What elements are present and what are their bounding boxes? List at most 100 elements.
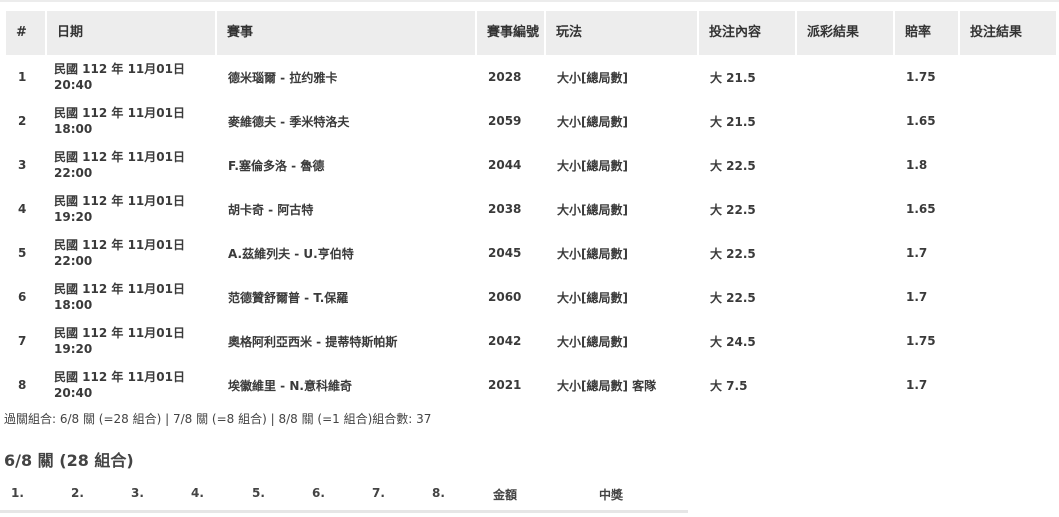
row-date: 民國 112 年 11月01日 (54, 150, 185, 164)
combo-col-8: 8. (432, 486, 445, 500)
row-code: 2021 (488, 378, 522, 392)
row-time: 18:00 (54, 298, 93, 312)
row-match: 埃徽維里 - N.意科維奇 (228, 378, 352, 393)
col-header-date: 日期 (46, 11, 217, 55)
row-play: 大小[總局數] (557, 202, 628, 217)
row-match: 胡卡奇 - 阿古特 (228, 202, 314, 217)
row-time: 20:40 (54, 78, 93, 92)
section-title: 6/8 關 (28 組合) (4, 451, 134, 470)
row-result (959, 275, 1056, 319)
row-number: 3 (18, 158, 27, 172)
row-number: 1 (18, 70, 27, 84)
row-code: 2042 (488, 334, 522, 348)
row-number: 2 (18, 114, 27, 128)
row-result (959, 55, 1056, 99)
row-odds: 1.65 (906, 202, 936, 216)
col-header-bet: 投注內容 (698, 11, 797, 55)
row-date: 民國 112 年 11月01日 (54, 326, 185, 340)
row-match: 麥維德夫 - 季米特洛夫 (228, 114, 350, 129)
row-bet: 大 21.5 (710, 70, 756, 85)
row-result (959, 319, 1056, 363)
row-payout (796, 275, 894, 319)
row-play: 大小[總局數] 客隊 (557, 378, 657, 393)
row-odds: 1.75 (906, 334, 936, 348)
row-number: 7 (18, 334, 27, 348)
row-play: 大小[總局數] (557, 290, 628, 305)
row-datetime: 民國 112 年 11月01日 20:40 (46, 363, 216, 407)
row-time: 22:00 (54, 254, 93, 268)
combo-col-7: 7. (372, 486, 385, 500)
row-payout (796, 363, 894, 407)
row-number: 5 (18, 246, 27, 260)
row-number: 8 (18, 378, 27, 392)
table-row: 3 民國 112 年 11月01日 22:00 F.塞倫多洛 - 魯德 2044 … (6, 143, 1056, 187)
row-bet: 大 22.5 (710, 290, 756, 305)
table-row: 8 民國 112 年 11月01日 20:40 埃徽維里 - N.意科維奇 202… (6, 363, 1056, 407)
row-payout (796, 187, 894, 231)
combo-col-1: 1. (11, 486, 24, 500)
col-header-code: 賽事編號 (476, 11, 546, 55)
row-play: 大小[總局數] (557, 114, 628, 129)
table-header-row: # 日期 賽事 賽事編號 玩法 投注內容 派彩結果 賠率 投注結果 (6, 11, 1056, 55)
row-number: 4 (18, 202, 27, 216)
row-date: 民國 112 年 11月01日 (54, 370, 185, 384)
combo-col-amount: 金額 (493, 488, 518, 502)
row-payout (796, 231, 894, 275)
row-code: 2038 (488, 202, 522, 216)
row-datetime: 民國 112 年 11月01日 18:00 (46, 99, 216, 143)
row-result (959, 99, 1056, 143)
row-odds: 1.7 (906, 246, 928, 260)
combo-col-4: 4. (191, 486, 204, 500)
row-number: 6 (18, 290, 27, 304)
table-row: 7 民國 112 年 11月01日 19:20 奧格阿利亞西米 - 提蒂特斯帕斯 … (6, 319, 1056, 363)
row-result (959, 187, 1056, 231)
row-bet: 大 7.5 (710, 378, 748, 393)
row-datetime: 民國 112 年 11月01日 18:00 (46, 275, 216, 319)
table-row: 1 民國 112 年 11月01日 20:40 德米瑙爾 - 拉约雅卡 2028 … (6, 55, 1056, 99)
row-time: 19:20 (54, 210, 93, 224)
row-datetime: 民國 112 年 11月01日 20:40 (46, 55, 216, 99)
row-match: F.塞倫多洛 - 魯德 (228, 158, 325, 173)
row-code: 2028 (488, 70, 522, 84)
row-date: 民國 112 年 11月01日 (54, 282, 185, 296)
row-datetime: 民國 112 年 11月01日 19:20 (46, 319, 216, 363)
row-datetime: 民國 112 年 11月01日 22:00 (46, 143, 216, 187)
row-code: 2059 (488, 114, 522, 128)
top-divider (0, 0, 1059, 2)
row-code: 2045 (488, 246, 522, 260)
combo-col-5: 5. (252, 486, 265, 500)
combination-table-header: 1. 2. 3. 4. 5. 6. 7. 8. 金額 中獎 (0, 478, 688, 513)
row-payout (796, 55, 894, 99)
row-match: 奧格阿利亞西米 - 提蒂特斯帕斯 (228, 334, 398, 349)
row-datetime: 民國 112 年 11月01日 22:00 (46, 231, 216, 275)
col-header-no: # (6, 11, 47, 55)
combo-col-3: 3. (131, 486, 144, 500)
table-row: 2 民國 112 年 11月01日 18:00 麥維德夫 - 季米特洛夫 2059… (6, 99, 1056, 143)
row-play: 大小[總局數] (557, 70, 628, 85)
col-header-match: 賽事 (216, 11, 477, 55)
table-row: 4 民國 112 年 11月01日 19:20 胡卡奇 - 阿古特 2038 大小… (6, 187, 1056, 231)
row-odds: 1.8 (906, 158, 928, 172)
row-datetime: 民國 112 年 11月01日 19:20 (46, 187, 216, 231)
col-header-play: 玩法 (545, 11, 699, 55)
bets-table: # 日期 賽事 賽事編號 玩法 投注內容 派彩結果 賠率 投注結果 1 民國 1… (6, 11, 1056, 407)
combination-summary: 過關組合: 6/8 關 (=28 組合) | 7/8 關 (=8 組合) | 8… (4, 412, 432, 426)
row-payout (796, 143, 894, 187)
row-odds: 1.7 (906, 290, 928, 304)
col-header-odds: 賠率 (894, 11, 960, 55)
row-result (959, 231, 1056, 275)
row-payout (796, 99, 894, 143)
row-time: 22:00 (54, 166, 93, 180)
row-result (959, 143, 1056, 187)
row-match: A.茲維列夫 - U.亨伯特 (228, 246, 354, 261)
row-play: 大小[總局數] (557, 334, 628, 349)
row-odds: 1.7 (906, 378, 928, 392)
row-bet: 大 21.5 (710, 114, 756, 129)
row-time: 19:20 (54, 342, 93, 356)
combo-col-win: 中獎 (599, 488, 624, 502)
table-row: 5 民國 112 年 11月01日 22:00 A.茲維列夫 - U.亨伯特 20… (6, 231, 1056, 275)
row-bet: 大 22.5 (710, 202, 756, 217)
row-code: 2044 (488, 158, 522, 172)
row-time: 20:40 (54, 386, 93, 400)
row-date: 民國 112 年 11月01日 (54, 62, 185, 76)
